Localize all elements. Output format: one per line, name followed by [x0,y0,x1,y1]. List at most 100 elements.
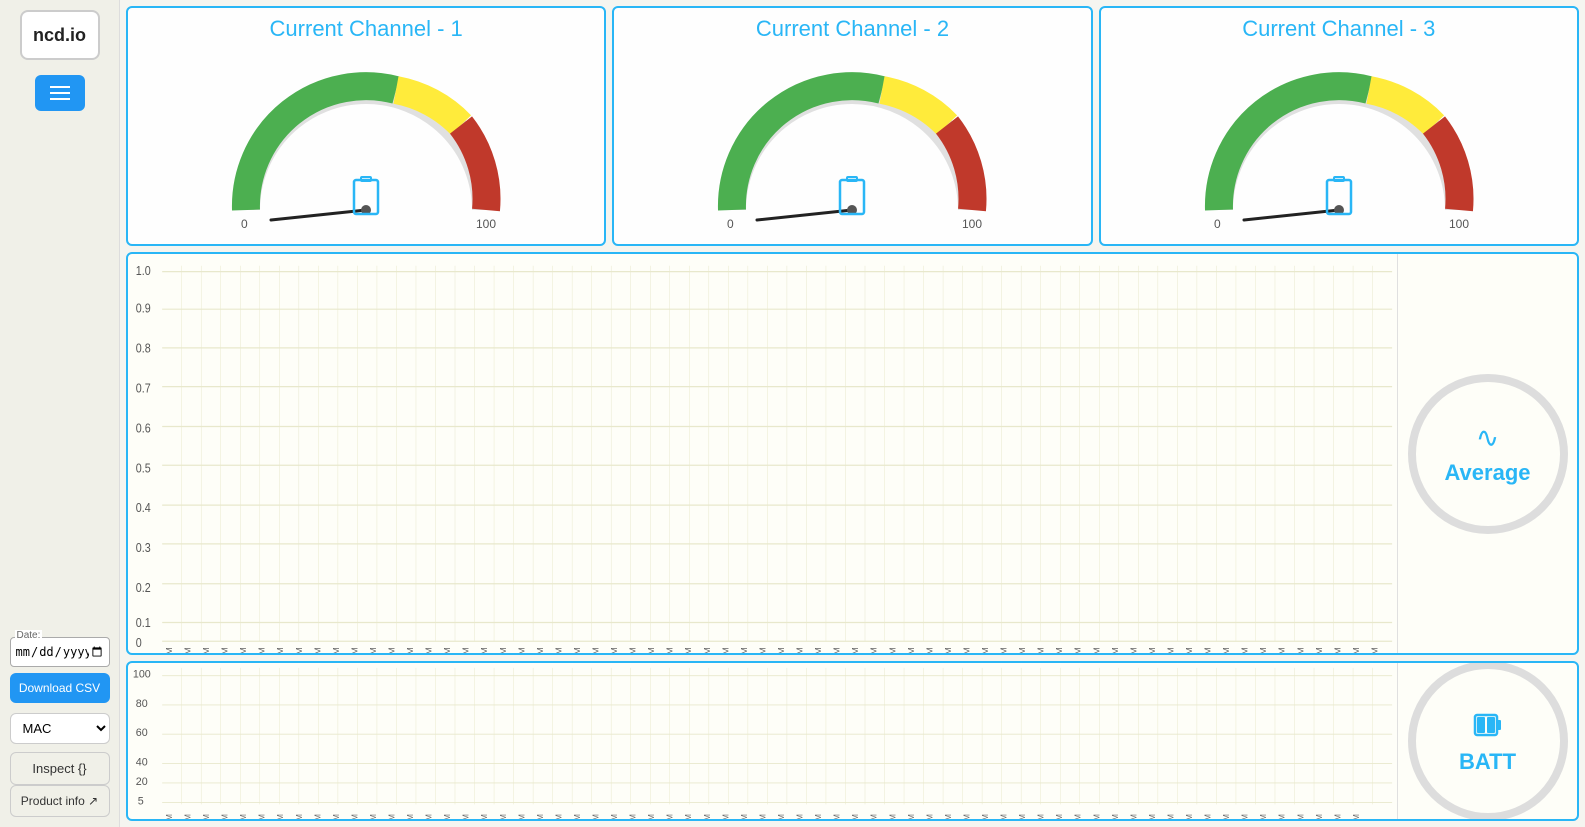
svg-text:6:20 PM: 6:20 PM [1092,647,1101,653]
svg-text:7:20 AM: 7:20 AM [536,647,545,653]
svg-text:0.4: 0.4 [136,500,151,515]
date-input[interactable] [15,640,105,664]
svg-text:10:38 AM: 10:38 AM [703,647,712,653]
svg-text:7:20 AM: 7:20 AM [517,814,526,819]
svg-text:8:10 PM: 8:10 PM [1166,814,1175,819]
svg-text:8:26 AM: 8:26 AM [591,647,600,653]
svg-text:9:54 AM: 9:54 AM [665,647,674,653]
batt-label: BATT [1459,749,1516,775]
svg-text:0: 0 [727,217,734,230]
svg-text:9:10 AM: 9:10 AM [628,647,637,653]
mac-select[interactable]: MAC [10,713,110,744]
download-csv-button[interactable]: Download CSV [10,673,110,703]
average-chart-main: 1.0 0.9 0.8 0.7 0.6 0.5 0.4 0.3 0.2 0.1 … [128,254,1397,653]
svg-text:8:48 AM: 8:48 AM [610,647,619,653]
svg-text:12:28 PM: 12:28 PM [795,647,804,653]
menu-button[interactable] [35,75,85,111]
svg-text:11:50 PM: 11:50 PM [1352,814,1361,819]
svg-text:6:14 AM: 6:14 AM [462,814,471,819]
svg-text:1:56 PM: 1:56 PM [869,647,878,653]
svg-text:2:34 AM: 2:34 AM [295,647,304,653]
date-input-wrapper: Date: [10,637,110,667]
product-info-button[interactable]: Product info ↗ [10,785,110,817]
gauge-3-svg: 0 100 [1189,60,1489,230]
svg-text:10:00 PM: 10:00 PM [1259,814,1268,819]
svg-text:5:30 AM: 5:30 AM [443,647,452,653]
svg-text:2:18 PM: 2:18 PM [870,814,879,819]
svg-text:6:42 PM: 6:42 PM [1111,647,1120,653]
svg-text:12:28 PM: 12:28 PM [777,814,786,819]
svg-text:4:02 AM: 4:02 AM [350,814,359,819]
svg-text:2:34 AM: 2:34 AM [276,814,285,819]
svg-text:9:16 PM: 9:16 PM [1240,647,1249,653]
main-content: Current Channel - 1 0 100 [120,0,1585,827]
svg-text:11:06 PM: 11:06 PM [1315,814,1324,819]
svg-text:5:52 AM: 5:52 AM [443,814,452,819]
svg-text:3:46 PM: 3:46 PM [962,647,971,653]
svg-text:0.5: 0.5 [136,460,151,475]
svg-text:8:04 AM: 8:04 AM [554,814,563,819]
battery-icon [1470,707,1506,743]
svg-text:1:06 AM: 1:06 AM [202,814,211,819]
svg-text:2:18 PM: 2:18 PM [888,647,897,653]
svg-text:100: 100 [962,217,982,230]
svg-text:7:42 AM: 7:42 AM [554,647,563,653]
svg-text:0: 0 [241,217,248,230]
svg-text:6:58 AM: 6:58 AM [517,647,526,653]
svg-text:7:26 PM: 7:26 PM [1129,814,1138,819]
average-chart-svg: 1.0 0.9 0.8 0.7 0.6 0.5 0.4 0.3 0.2 0.1 … [128,254,1397,653]
svg-text:2:56 AM: 2:56 AM [295,814,304,819]
svg-text:9:38 PM: 9:38 PM [1259,647,1268,653]
svg-text:7:26 PM: 7:26 PM [1148,647,1157,653]
svg-text:1:28 AM: 1:28 AM [221,814,230,819]
svg-text:5: 5 [138,795,144,807]
svg-text:4:46 AM: 4:46 AM [387,814,396,819]
svg-text:11:44 AM: 11:44 AM [740,814,749,819]
svg-text:4:24 AM: 4:24 AM [369,814,378,819]
svg-text:3:18 AM: 3:18 AM [332,647,341,653]
svg-text:11:06 PM: 11:06 PM [1333,647,1342,653]
svg-text:100: 100 [476,217,496,230]
svg-text:11:22 AM: 11:22 AM [740,647,749,653]
gauge-2-body: 0 100 [614,46,1090,244]
svg-text:12:50 PM: 12:50 PM [796,814,805,819]
batt-circle: BATT [1408,661,1568,821]
svg-text:6:58 AM: 6:58 AM [499,814,508,819]
svg-text:1:50 AM: 1:50 AM [257,647,266,653]
svg-text:12:06 PM: 12:06 PM [758,814,767,819]
svg-text:8:32 PM: 8:32 PM [1185,814,1194,819]
svg-text:5:58 PM: 5:58 PM [1055,814,1064,819]
svg-text:5:14 PM: 5:14 PM [1018,814,1027,819]
svg-text:12:44 AM: 12:44 AM [202,647,211,653]
inspect-button[interactable]: Inspect {} [10,752,110,785]
svg-text:11:50 PM: 11:50 PM [1370,647,1379,653]
svg-text:5:08 AM: 5:08 AM [406,814,415,819]
svg-text:5:30 AM: 5:30 AM [425,814,434,819]
svg-text:1:12 PM: 1:12 PM [814,814,823,819]
svg-text:3:02 PM: 3:02 PM [907,814,916,819]
average-chart-card: 1.0 0.9 0.8 0.7 0.6 0.5 0.4 0.3 0.2 0.1 … [126,252,1579,655]
svg-text:10:00 PM: 10:00 PM [1278,647,1287,653]
svg-text:8:32 PM: 8:32 PM [1203,647,1212,653]
svg-text:4:30 PM: 4:30 PM [999,647,1008,653]
date-label: Date: [15,630,43,641]
batt-chart-svg: 100 80 60 40 20 5 [128,663,1397,819]
svg-text:0.6: 0.6 [136,420,151,435]
batt-chart-main: 100 80 60 40 20 5 [128,663,1397,819]
gauge-3-body: 0 100 [1101,46,1577,244]
gauges-row: Current Channel - 1 0 100 [126,6,1579,246]
sidebar: ncd.io Date: Download CSV MAC Inspect {}… [0,0,120,827]
svg-text:6:14 AM: 6:14 AM [480,647,489,653]
svg-text:80: 80 [136,698,148,710]
svg-text:6:36 AM: 6:36 AM [499,647,508,653]
svg-text:8:04 AM: 8:04 AM [573,647,582,653]
svg-text:10:38 AM: 10:38 AM [684,814,693,819]
svg-text:9:32 AM: 9:32 AM [647,647,656,653]
svg-text:20: 20 [136,776,148,788]
svg-text:1:34 PM: 1:34 PM [851,647,860,653]
svg-text:3:24 PM: 3:24 PM [944,647,953,653]
svg-text:8:54 PM: 8:54 PM [1222,647,1231,653]
svg-text:5:58 PM: 5:58 PM [1073,647,1082,653]
svg-text:10:22 PM: 10:22 PM [1278,814,1287,819]
svg-text:4:52 PM: 4:52 PM [1000,814,1009,819]
